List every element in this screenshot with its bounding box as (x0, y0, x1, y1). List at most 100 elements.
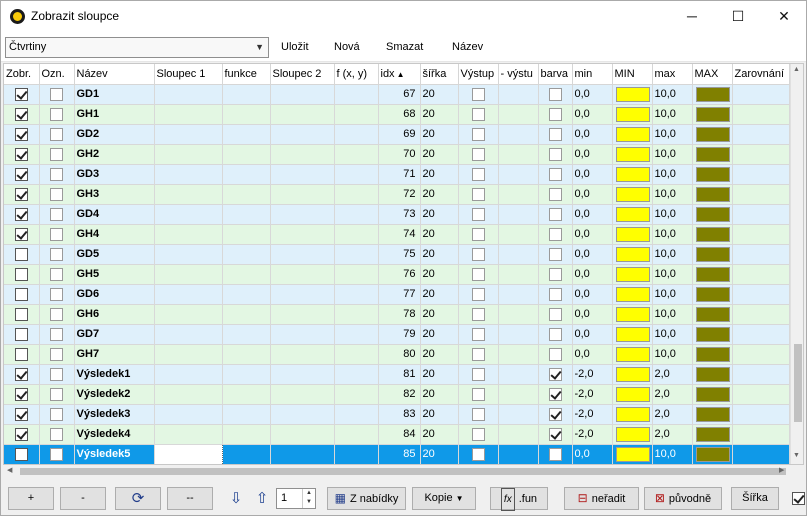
mark-cell[interactable] (39, 204, 75, 225)
source1-cell[interactable] (154, 84, 223, 105)
max-cell[interactable]: 10,0 (652, 344, 693, 365)
source1-cell[interactable] (154, 244, 223, 265)
table-row[interactable]: GD5 75 20 0,0 10,0 (4, 244, 790, 265)
function-cell[interactable] (222, 444, 271, 464)
idx-cell[interactable]: 79 (378, 324, 421, 345)
max-color-swatch[interactable] (695, 86, 730, 102)
source1-cell[interactable] (154, 164, 223, 185)
min-cell[interactable]: -2,0 (572, 364, 613, 385)
output-cell[interactable] (458, 304, 499, 325)
name-cell[interactable]: GD1 (74, 84, 155, 105)
show-checkbox[interactable] (14, 367, 28, 381)
show-checkbox[interactable] (14, 167, 28, 181)
source1-cell[interactable] (154, 224, 223, 245)
max-color-cell[interactable] (692, 224, 733, 245)
source1-cell[interactable] (154, 424, 223, 445)
color-checkbox[interactable] (548, 187, 562, 201)
color-cell[interactable] (538, 184, 573, 205)
output-cell[interactable] (458, 184, 499, 205)
output-neg-cell[interactable] (498, 124, 539, 145)
alignment-cell[interactable] (732, 444, 790, 464)
min-color-cell[interactable] (612, 104, 653, 125)
max-color-cell[interactable] (692, 264, 733, 285)
color-checkbox[interactable] (548, 387, 562, 401)
table-row[interactable]: GH5 76 20 0,0 10,0 (4, 264, 790, 285)
horizontal-scrollbar[interactable]: ◀ ▶ (3, 465, 789, 478)
min-cell[interactable]: 0,0 (572, 104, 613, 125)
function-cell[interactable] (222, 364, 271, 385)
min-cell[interactable]: 0,0 (572, 344, 613, 365)
source2-cell[interactable] (270, 184, 335, 205)
max-color-cell[interactable] (692, 304, 733, 325)
table-row[interactable]: Výsledek3 83 20 -2,0 2,0 (4, 404, 790, 425)
mark-checkbox[interactable] (50, 147, 63, 161)
alignment-cell[interactable] (732, 264, 790, 285)
max-cell[interactable]: 10,0 (652, 244, 693, 265)
max-color-swatch[interactable] (695, 126, 730, 142)
vertical-scroll-thumb[interactable] (794, 344, 802, 422)
table-row[interactable]: Výsledek1 81 20 -2,0 2,0 (4, 364, 790, 385)
output-cell[interactable] (458, 424, 499, 445)
max-cell[interactable]: 10,0 (652, 104, 693, 125)
formula-cell[interactable] (334, 404, 379, 425)
table-row[interactable]: GH6 78 20 0,0 10,0 (4, 304, 790, 325)
formula-cell[interactable] (334, 164, 379, 185)
source2-cell[interactable] (270, 444, 335, 464)
min-color-cell[interactable] (612, 84, 653, 105)
output-neg-cell[interactable] (498, 384, 539, 405)
function-cell[interactable] (222, 344, 271, 365)
show-cell[interactable] (4, 324, 40, 345)
min-cell[interactable]: 0,0 (572, 324, 613, 345)
output-cell[interactable] (458, 204, 499, 225)
scroll-left-icon[interactable]: ◀ (7, 466, 12, 474)
output-neg-cell[interactable] (498, 264, 539, 285)
width-cell[interactable]: 20 (420, 324, 459, 345)
output-checkbox[interactable] (471, 447, 485, 461)
output-checkbox[interactable] (471, 327, 485, 341)
color-checkbox[interactable] (548, 367, 562, 381)
color-cell[interactable] (538, 124, 573, 145)
show-checkbox[interactable] (14, 147, 28, 161)
min-color-cell[interactable] (612, 444, 653, 464)
max-color-cell[interactable] (692, 444, 733, 464)
width-cell[interactable]: 20 (420, 264, 459, 285)
delete-button[interactable]: Smazat (386, 41, 423, 53)
function-cell[interactable] (222, 404, 271, 425)
mark-cell[interactable] (39, 224, 75, 245)
table-row[interactable]: GH4 74 20 0,0 10,0 (4, 224, 790, 245)
show-cell[interactable] (4, 364, 40, 385)
column-header[interactable]: Ozn. (39, 64, 75, 85)
save-button[interactable]: Uložit (281, 41, 309, 53)
max-color-swatch[interactable] (695, 326, 730, 342)
output-neg-cell[interactable] (498, 164, 539, 185)
min-color-swatch[interactable] (615, 166, 650, 182)
mark-checkbox[interactable] (50, 367, 63, 381)
max-color-swatch[interactable] (695, 346, 730, 362)
formula-cell[interactable] (334, 144, 379, 165)
formula-cell[interactable] (334, 384, 379, 405)
max-color-swatch[interactable] (695, 106, 730, 122)
function-cell[interactable] (222, 84, 271, 105)
alignment-cell[interactable] (732, 224, 790, 245)
output-neg-cell[interactable] (498, 104, 539, 125)
mark-checkbox[interactable] (50, 347, 63, 361)
mark-cell[interactable] (39, 384, 75, 405)
min-color-swatch[interactable] (615, 286, 650, 302)
min-color-cell[interactable] (612, 244, 653, 265)
output-checkbox[interactable] (471, 87, 485, 101)
max-color-cell[interactable] (692, 404, 733, 425)
source1-cell[interactable] (154, 104, 223, 125)
function-cell[interactable] (222, 124, 271, 145)
source1-cell[interactable] (154, 124, 223, 145)
idx-cell[interactable]: 75 (378, 244, 421, 265)
min-color-cell[interactable] (612, 264, 653, 285)
mark-checkbox[interactable] (50, 267, 63, 281)
min-color-swatch[interactable] (615, 446, 650, 462)
source2-cell[interactable] (270, 304, 335, 325)
alignment-cell[interactable] (732, 404, 790, 425)
output-cell[interactable] (458, 324, 499, 345)
show-checkbox[interactable] (14, 87, 28, 101)
table-row[interactable]: GD1 67 20 0,0 10,0 (4, 84, 790, 105)
mark-cell[interactable] (39, 144, 75, 165)
source2-cell[interactable] (270, 124, 335, 145)
